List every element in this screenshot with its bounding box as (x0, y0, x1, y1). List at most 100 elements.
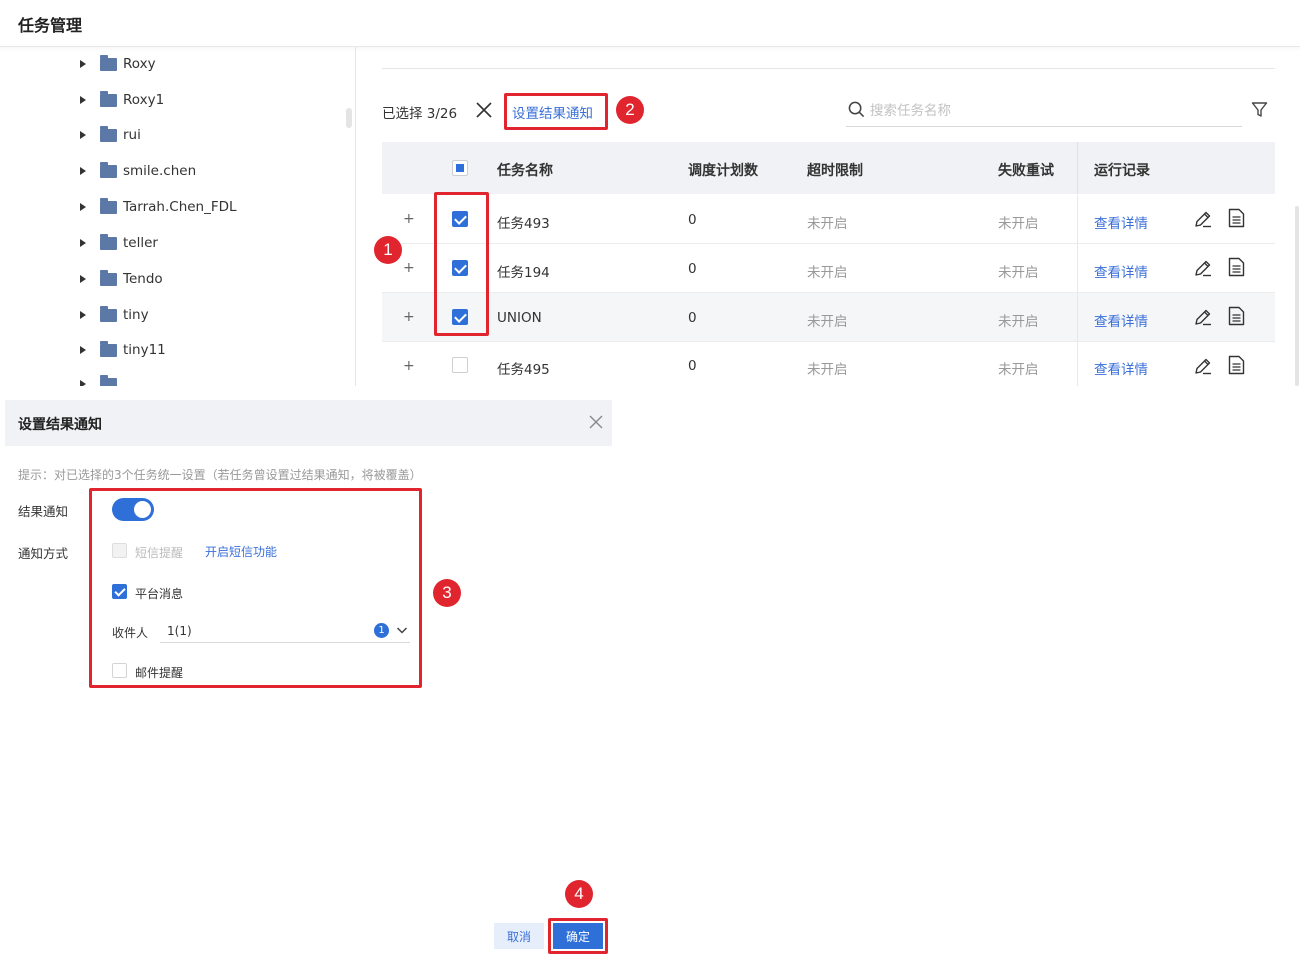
caret-right-icon[interactable] (80, 203, 86, 211)
search-input[interactable] (870, 100, 1230, 122)
caret-right-icon[interactable] (80, 60, 86, 68)
schedule-count: 0 (688, 212, 697, 228)
column-header[interactable]: 运行记录 (1094, 160, 1150, 180)
dialog-header: 设置结果通知 (5, 400, 612, 446)
caret-right-icon[interactable] (80, 131, 86, 139)
tree-item[interactable]: tiny11 (80, 339, 166, 361)
row-checkbox[interactable] (452, 357, 468, 373)
column-header[interactable]: 调度计划数 (688, 160, 758, 180)
page-header: 任务管理 (0, 0, 1300, 47)
table-header: 任务名称 调度计划数 超时限制 失败重试 运行记录 (382, 142, 1275, 194)
tree-item-label: tiny11 (123, 342, 166, 358)
tree-item[interactable]: teller (80, 232, 158, 254)
column-header[interactable]: 任务名称 (497, 160, 553, 180)
column-header[interactable]: 失败重试 (998, 160, 1054, 180)
search-box (846, 96, 1242, 127)
expand-icon[interactable]: + (403, 260, 415, 276)
step-marker: 4 (565, 880, 593, 908)
document-icon[interactable] (1228, 355, 1245, 375)
select-all-checkbox[interactable] (452, 160, 468, 176)
method-label: 通知方式 (18, 546, 69, 561)
caret-right-icon[interactable] (80, 275, 86, 283)
timeout-status: 未开启 (807, 314, 848, 330)
schedule-count: 0 (688, 358, 697, 374)
highlight-box (504, 93, 608, 130)
tree-item[interactable]: Roxy (80, 53, 156, 75)
step-marker: 1 (374, 236, 402, 264)
table-scrollbar[interactable] (1295, 206, 1299, 386)
close-icon[interactable] (588, 414, 604, 430)
folder-icon (100, 197, 117, 214)
tree-item-label: tiny (123, 307, 149, 323)
selected-count: 已选择 3/26 (382, 106, 458, 122)
tree-item-label: Roxy1 (123, 92, 165, 108)
tree-item[interactable]: Tarrah.Chen_FDL (80, 196, 237, 218)
expand-icon[interactable]: + (403, 358, 415, 374)
divider (382, 68, 1275, 69)
highlight-box (548, 918, 608, 954)
table-row[interactable]: + 任务495 0 未开启 未开启 查看详情 (382, 342, 1275, 386)
table-row[interactable]: + 任务194 0 未开启 未开启 查看详情 (382, 244, 1275, 293)
notify-label: 结果通知 (18, 504, 69, 519)
folder-icon (100, 305, 117, 322)
column-divider (1077, 342, 1078, 386)
folder-icon (100, 233, 117, 250)
view-details-link[interactable]: 查看详情 (1094, 358, 1148, 378)
folder-icon (100, 90, 117, 107)
tree-item[interactable]: Roxy1 (80, 89, 164, 111)
retry-status: 未开启 (998, 362, 1039, 378)
folder-tree: Roxy Roxy1 rui smile.chen Tarrah.Chen_FD… (0, 47, 356, 386)
highlight-box (89, 488, 422, 688)
schedule-count: 0 (688, 310, 697, 326)
edit-icon[interactable] (1193, 209, 1213, 229)
timeout-status: 未开启 (807, 265, 848, 281)
tree-item-label: Tendo (123, 271, 163, 287)
caret-right-icon[interactable] (80, 380, 86, 386)
retry-status: 未开启 (998, 216, 1039, 232)
tree-item[interactable]: rui (80, 124, 141, 146)
retry-status: 未开启 (998, 314, 1039, 330)
caret-right-icon[interactable] (80, 96, 86, 104)
task-name: 任务493 (497, 216, 550, 232)
clear-selection-icon[interactable] (475, 101, 493, 119)
folder-icon (100, 340, 117, 357)
document-icon[interactable] (1228, 257, 1245, 277)
cancel-button[interactable]: 取消 (494, 923, 544, 949)
task-name: UNION (497, 310, 542, 326)
step-marker: 2 (616, 96, 644, 124)
expand-icon[interactable]: + (403, 309, 415, 325)
highlight-box (434, 192, 489, 336)
step-marker: 3 (433, 579, 461, 607)
edit-icon[interactable] (1193, 356, 1213, 376)
view-details-link[interactable]: 查看详情 (1094, 310, 1148, 330)
table-row[interactable]: + 任务493 0 未开启 未开启 查看详情 (382, 195, 1275, 244)
folder-icon (100, 54, 117, 71)
expand-icon[interactable]: + (403, 211, 415, 227)
edit-icon[interactable] (1193, 307, 1213, 327)
tree-item[interactable]: tiny (80, 304, 149, 326)
dialog-title: 设置结果通知 (18, 417, 102, 433)
dialog-hint: 提示：对已选择的3个任务统一设置（若任务曾设置过结果通知，将被覆盖） (18, 468, 422, 482)
folder-icon (100, 125, 117, 142)
task-name: 任务495 (497, 362, 550, 378)
column-divider (1077, 293, 1078, 341)
view-details-link[interactable]: 查看详情 (1094, 261, 1148, 281)
table-row[interactable]: + UNION 0 未开启 未开启 查看详情 (382, 293, 1275, 342)
document-icon[interactable] (1228, 306, 1245, 326)
column-header[interactable]: 超时限制 (807, 160, 863, 180)
document-icon[interactable] (1228, 208, 1245, 228)
caret-right-icon[interactable] (80, 346, 86, 354)
view-details-link[interactable]: 查看详情 (1094, 212, 1148, 232)
timeout-status: 未开启 (807, 362, 848, 378)
tree-scrollbar[interactable] (346, 108, 352, 128)
caret-right-icon[interactable] (80, 311, 86, 319)
tree-item[interactable]: ... (80, 373, 136, 386)
edit-icon[interactable] (1193, 258, 1213, 278)
tree-item-label: rui (123, 127, 141, 143)
filter-icon[interactable] (1251, 101, 1268, 118)
tree-item[interactable]: smile.chen (80, 160, 196, 182)
caret-right-icon[interactable] (80, 167, 86, 175)
task-name: 任务194 (497, 265, 550, 281)
caret-right-icon[interactable] (80, 239, 86, 247)
tree-item[interactable]: Tendo (80, 268, 163, 290)
